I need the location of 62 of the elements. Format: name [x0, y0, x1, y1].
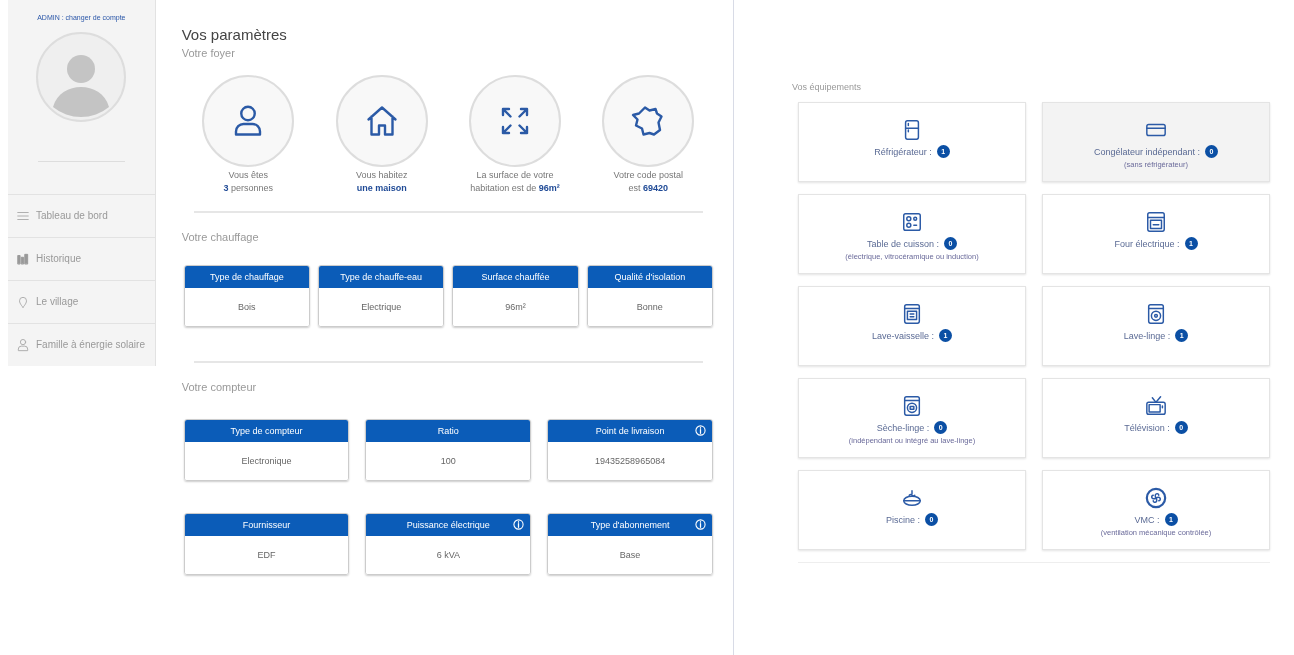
header-label: Type de compteur [230, 426, 303, 436]
equipment-label: Lave-vaisselle : [872, 330, 934, 341]
tv-icon [1145, 395, 1167, 417]
header-label: Ratio [437, 426, 459, 436]
cooktop-icon [901, 211, 923, 233]
menu-label: Le village [36, 295, 79, 308]
section-title: Votre compteur [181, 381, 258, 393]
avatar-icon [35, 31, 128, 123]
menu-label: Historique [36, 252, 82, 265]
household-text: La surface de votre [476, 170, 554, 180]
card-value: Electrique [319, 288, 444, 326]
equipment-label: Télévision : [1124, 422, 1170, 433]
equipment-label: Four électrique : [1114, 238, 1180, 249]
header-label: Point de livraison [595, 426, 665, 436]
header-label: Qualité d'isolation [614, 272, 686, 282]
card-value: Base [548, 536, 712, 574]
person-icon [16, 338, 30, 352]
header-label: Surface chauffée [481, 272, 550, 282]
household-text: Vous habitez [355, 170, 408, 180]
card-value: Bois [184, 288, 309, 326]
header-label: Puissance électrique [406, 520, 490, 530]
dishwasher-icon [901, 303, 923, 325]
card-value: Electronique [184, 442, 349, 480]
header-label: Type d'abonnement [590, 520, 670, 530]
card-value: 19435258965084 [548, 442, 712, 480]
pin-icon [16, 295, 30, 309]
washer-icon [1145, 303, 1167, 325]
equipment-label: Sèche-linge : [876, 422, 930, 433]
list-icon [16, 209, 30, 223]
header-label: Type de chauffe-eau [340, 272, 423, 282]
header-label: Type de chauffage [209, 272, 284, 282]
card-value: 100 [366, 442, 531, 480]
info-icon[interactable] [513, 519, 525, 530]
equipment-label: Réfrigérateur : [874, 146, 932, 157]
household-text: Vous êtes [228, 170, 269, 180]
equipment-label: Congélateur indépendant : [1093, 146, 1201, 157]
card-value: Bonne [587, 288, 712, 326]
section-title: Votre foyer [181, 47, 236, 59]
menu-label: Famille à énergie solaire [36, 338, 145, 351]
card-value: 96m² [453, 288, 578, 326]
household-text: 3 personnes [223, 183, 274, 193]
info-icon[interactable] [695, 519, 706, 530]
card-value: EDF [184, 536, 349, 574]
header-label: Fournisseur [242, 520, 291, 530]
equipment-label: Table de cuisson : [866, 238, 939, 249]
card-value: 6 kVA [366, 536, 531, 574]
equipment-label: Piscine : [886, 514, 920, 525]
household-text: habitation est de 96m² [470, 183, 560, 193]
info-icon[interactable] [695, 425, 706, 436]
household-text: Votre code postal [613, 170, 684, 180]
household-text: est 69420 [628, 183, 669, 193]
fan-icon [1145, 487, 1167, 509]
section-title: Vos équipements [792, 82, 863, 92]
dryer-icon [901, 395, 923, 417]
section-title: Votre chauffage [181, 231, 260, 243]
household-text: une maison [356, 183, 407, 193]
menu-label: Tableau de bord [36, 209, 108, 222]
oven-icon [1145, 211, 1167, 233]
equipment-label: Lave-linge : [1123, 330, 1171, 341]
equipment-label: VMC : [1134, 514, 1160, 525]
page-title: Vos paramètres [181, 26, 288, 43]
pool-icon [901, 487, 923, 509]
